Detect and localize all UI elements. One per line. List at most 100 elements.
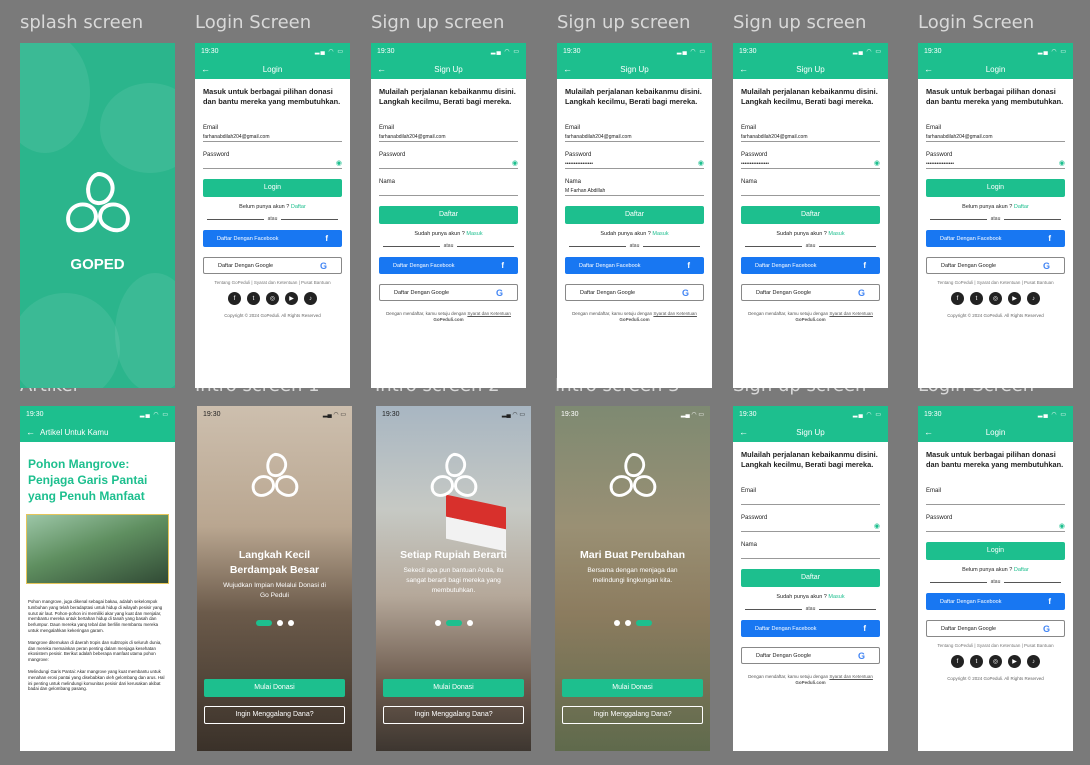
name-field[interactable] (741, 548, 880, 559)
login-button[interactable]: Login (926, 542, 1065, 560)
google-button[interactable]: Daftar Dengan Google G (203, 257, 342, 274)
youtube-icon[interactable]: ▶ (1008, 292, 1021, 305)
password-field[interactable]: ◉ (926, 521, 1065, 532)
facebook-icon[interactable]: f (951, 292, 964, 305)
google-button[interactable]: Daftar Dengan Google G (926, 620, 1065, 637)
facebook-button[interactable]: Daftar Dengan Facebook f (379, 257, 518, 274)
twitter-icon[interactable]: t (970, 292, 983, 305)
back-arrow-icon[interactable]: ← (924, 427, 933, 437)
login-link[interactable]: Masuk (466, 231, 482, 237)
nav-title: Login (262, 64, 283, 74)
register-button[interactable]: Daftar (741, 206, 880, 224)
tiktok-icon[interactable]: ♪ (1027, 292, 1040, 305)
back-arrow-icon[interactable]: ← (924, 64, 933, 74)
password-field[interactable]: ◉ (203, 158, 342, 169)
facebook-button[interactable]: Daftar Dengan Facebook f (741, 257, 880, 274)
back-arrow-icon[interactable]: ← (377, 64, 386, 74)
email-field[interactable] (926, 494, 1065, 505)
frame-title-login-2: Login Screen (918, 12, 1035, 33)
terms-link[interactable]: Syarat dan Ketentuan (829, 311, 873, 316)
email-field[interactable]: farhanabdilah204@gmail.com (741, 131, 880, 142)
facebook-button[interactable]: Daftar Dengan Facebook f (741, 620, 880, 637)
start-donation-button[interactable]: Mulai Donasi (562, 679, 703, 697)
start-donation-button[interactable]: Mulai Donasi (204, 679, 345, 697)
status-bar: 19:30 ▂▄ ◠ ▭ (557, 43, 712, 59)
register-link[interactable]: Daftar (1014, 204, 1029, 210)
eye-icon[interactable]: ◉ (874, 522, 880, 530)
status-bar: 19:30 ▂▄ ◠ ▭ (195, 43, 350, 59)
tiktok-icon[interactable]: ♪ (1027, 655, 1040, 668)
twitter-icon[interactable]: t (247, 292, 260, 305)
facebook-icon[interactable]: f (951, 655, 964, 668)
fundraise-button[interactable]: Ingin Menggalang Dana? (204, 706, 345, 724)
footer-links[interactable]: Tentang GoPeduli | Syarat dan Ketentuan … (926, 280, 1065, 286)
register-link[interactable]: Daftar (291, 204, 306, 210)
password-field[interactable]: •••••••••••••••• ◉ (741, 158, 880, 169)
google-icon: G (857, 287, 865, 298)
email-field[interactable]: farhanabdilah204@gmail.com (565, 131, 704, 142)
name-field[interactable]: M Farhan Abdillah (565, 185, 704, 196)
eye-icon[interactable]: ◉ (874, 159, 880, 167)
terms-link[interactable]: Syarat dan Ketentuan (653, 311, 697, 316)
eye-icon[interactable]: ◉ (1059, 159, 1065, 167)
back-arrow-icon[interactable]: ← (201, 64, 210, 74)
login-link[interactable]: Masuk (652, 231, 668, 237)
eye-icon[interactable]: ◉ (336, 159, 342, 167)
back-arrow-icon[interactable]: ← (739, 427, 748, 437)
register-button[interactable]: Daftar (565, 206, 704, 224)
copyright: Copyright © 2024 GoPeduli. All Rights Re… (224, 313, 321, 318)
email-field[interactable]: farhanabdilah204@gmail.com (203, 131, 342, 142)
google-button[interactable]: Daftar Dengan Google G (926, 257, 1065, 274)
eye-icon[interactable]: ◉ (1059, 522, 1065, 530)
email-field[interactable]: farhanabdilah204@gmail.com (379, 131, 518, 142)
footer-links[interactable]: Tentang GoPeduli | Syarat dan Ketentuan … (203, 280, 342, 286)
facebook-button[interactable]: Daftar Dengan Facebook f (926, 230, 1065, 247)
fundraise-button[interactable]: Ingin Menggalang Dana? (562, 706, 703, 724)
eye-icon[interactable]: ◉ (698, 159, 704, 167)
register-link[interactable]: Daftar (1014, 567, 1029, 573)
password-field[interactable]: •••••••••••••••• ◉ (565, 158, 704, 169)
footer-links[interactable]: Tentang GoPeduli | Syarat dan Ketentuan … (926, 643, 1065, 649)
email-field[interactable]: farhanabdilah204@gmail.com (926, 131, 1065, 142)
fundraise-button[interactable]: Ingin Menggalang Dana? (383, 706, 524, 724)
terms-link[interactable]: Syarat dan Ketentuan (467, 311, 511, 316)
login-button[interactable]: Login (203, 179, 342, 197)
status-bar: 19:30 ▂▄ ◠ ▭ (20, 406, 175, 422)
nav-bar: ← Login (918, 422, 1073, 442)
password-field[interactable]: ◉ (741, 521, 880, 532)
facebook-icon[interactable]: f (228, 292, 241, 305)
google-button[interactable]: Daftar Dengan Google G (565, 284, 704, 301)
password-field[interactable]: •••••••••••••••• ◉ (926, 158, 1065, 169)
back-arrow-icon[interactable]: ← (26, 427, 35, 437)
login-link[interactable]: Masuk (828, 594, 844, 600)
twitter-icon[interactable]: t (970, 655, 983, 668)
register-button[interactable]: Daftar (379, 206, 518, 224)
back-arrow-icon[interactable]: ← (563, 64, 572, 74)
name-field[interactable] (379, 185, 518, 196)
instagram-icon[interactable]: ◎ (989, 655, 1002, 668)
google-button[interactable]: Daftar Dengan Google G (741, 647, 880, 664)
social-icons: f t ◎ ▶ ♪ (203, 292, 342, 305)
password-field[interactable]: ◉ (379, 158, 518, 169)
email-field[interactable] (741, 494, 880, 505)
facebook-button[interactable]: Daftar Dengan Facebook f (565, 257, 704, 274)
login-link[interactable]: Masuk (828, 231, 844, 237)
instagram-icon[interactable]: ◎ (989, 292, 1002, 305)
start-donation-button[interactable]: Mulai Donasi (383, 679, 524, 697)
facebook-button[interactable]: Daftar Dengan Facebook f (926, 593, 1065, 610)
login-button[interactable]: Login (926, 179, 1065, 197)
name-field[interactable] (741, 185, 880, 196)
nav-bar: ← Sign Up (733, 422, 888, 442)
back-arrow-icon[interactable]: ← (739, 64, 748, 74)
youtube-icon[interactable]: ▶ (1008, 655, 1021, 668)
dot (276, 620, 283, 626)
facebook-button[interactable]: Daftar Dengan Facebook f (203, 230, 342, 247)
eye-icon[interactable]: ◉ (512, 159, 518, 167)
google-button[interactable]: Daftar Dengan Google G (379, 284, 518, 301)
youtube-icon[interactable]: ▶ (285, 292, 298, 305)
instagram-icon[interactable]: ◎ (266, 292, 279, 305)
register-button[interactable]: Daftar (741, 569, 880, 587)
tiktok-icon[interactable]: ♪ (304, 292, 317, 305)
terms-link[interactable]: Syarat dan Ketentuan (829, 674, 873, 679)
google-button[interactable]: Daftar Dengan Google G (741, 284, 880, 301)
